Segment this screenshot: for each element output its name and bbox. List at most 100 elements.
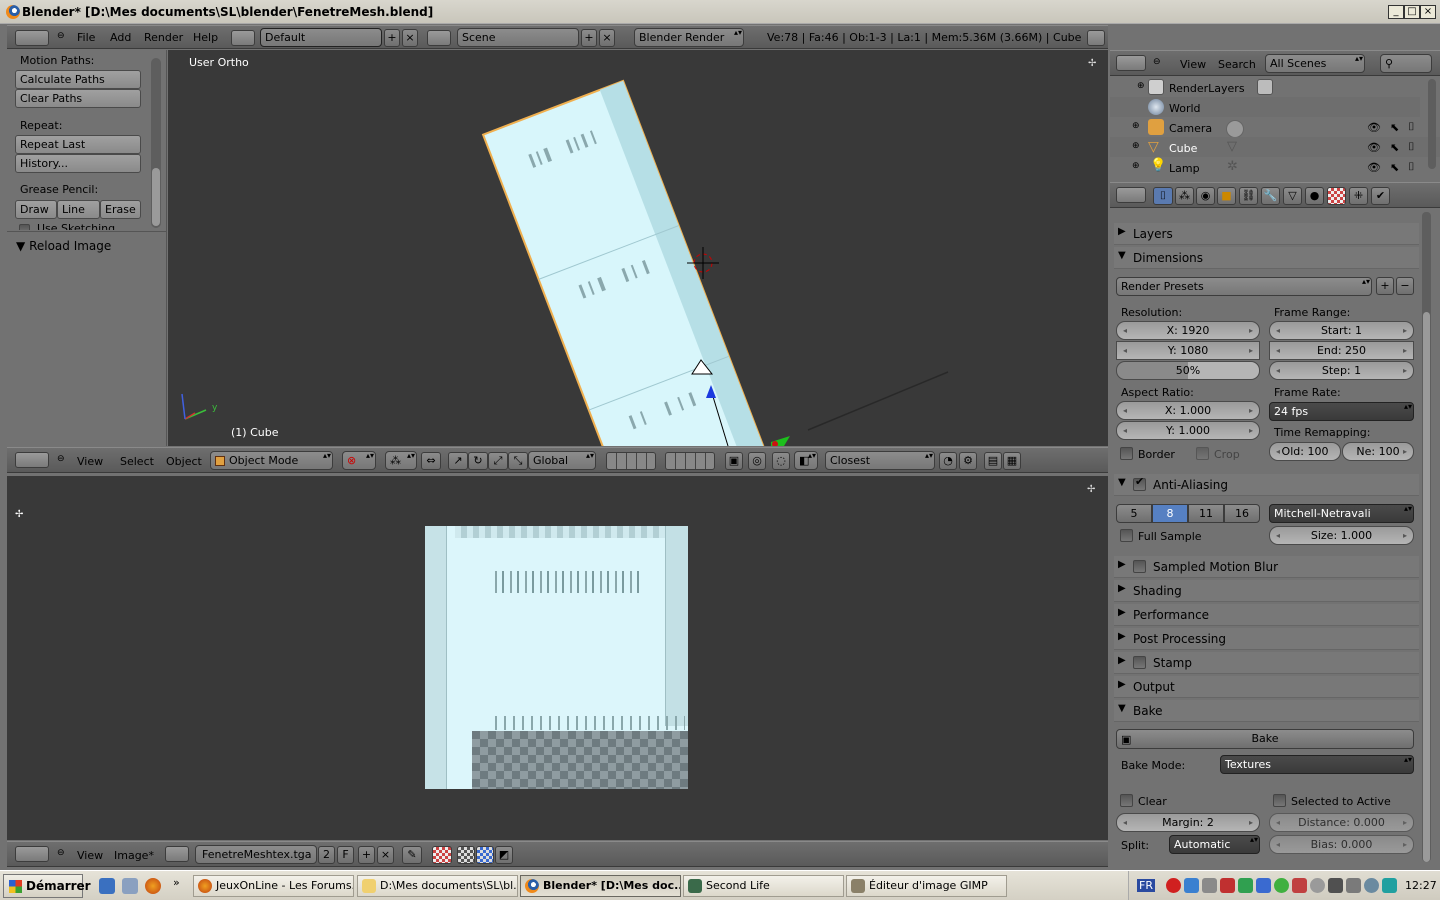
menu-select[interactable]: Select (120, 455, 154, 468)
fullscreen-icon[interactable] (1087, 30, 1105, 46)
quicklaunch-ie-icon[interactable] (99, 878, 115, 894)
panel-anti-aliasing[interactable]: ▼ ✔ Anti-Aliasing (1114, 474, 1419, 496)
reload-image-panel[interactable]: ▼ Reload Image (16, 239, 111, 253)
tray-app-icon[interactable] (1274, 878, 1289, 893)
layers-row-1[interactable] (606, 452, 656, 470)
world-context-icon[interactable]: ◉ (1196, 187, 1215, 205)
frame-start-field[interactable]: ◂ Start: 1 ▸ (1269, 321, 1414, 340)
time-new-field[interactable]: Ne: 100 ▸ (1342, 442, 1414, 461)
bake-button[interactable]: ▣ Bake (1116, 729, 1414, 749)
outliner-menu-search[interactable]: Search (1218, 58, 1256, 71)
constraints-context-icon[interactable]: ⛓ (1239, 187, 1258, 205)
bake-mode-select[interactable]: Textures (1220, 755, 1414, 774)
render-icon[interactable]: ⌷ (1408, 120, 1415, 134)
shading-select[interactable]: ⊗ (342, 451, 376, 470)
expand-icon[interactable]: ⊕ (1132, 161, 1140, 171)
calculate-paths-button[interactable]: Calculate Paths (15, 70, 141, 89)
menu-view[interactable]: View (77, 455, 103, 468)
clear-checkbox[interactable] (1120, 794, 1133, 807)
maximize-button[interactable]: □ (1404, 5, 1420, 19)
close-button[interactable]: × (1420, 5, 1436, 19)
mode-select[interactable]: Object Mode (210, 451, 333, 470)
cursor-select-icon[interactable]: ⬉ (1390, 161, 1399, 174)
quicklaunch-firefox-icon[interactable] (145, 878, 161, 894)
expand-icon[interactable]: ⊕ (1132, 141, 1140, 151)
pin-icon[interactable]: ✎ (402, 846, 422, 864)
quicklaunch-desktop-icon[interactable] (122, 878, 138, 894)
layout-select[interactable]: Default (260, 28, 382, 47)
image-editor-type-icon[interactable] (15, 846, 49, 862)
aa-samples-16[interactable]: 16 (1224, 504, 1260, 523)
language-indicator[interactable]: FR (1137, 879, 1155, 892)
snap-project-icon[interactable]: ⚙ (959, 452, 977, 470)
snap-element-icon[interactable]: ◧ (794, 451, 818, 470)
grease-line-button[interactable]: Line (57, 200, 100, 219)
resolution-y-field[interactable]: ◂ Y: 1080 ▸ (1116, 341, 1260, 360)
lock-layers-icon[interactable]: ▣ (725, 452, 743, 470)
cursor-select-icon[interactable]: ⬉ (1390, 121, 1399, 134)
eye-icon[interactable]: 👁 (1367, 121, 1381, 134)
outliner-row[interactable]: ⊕ ▽ Cube ▽ 👁 ⬉ ⌷ (1110, 137, 1440, 157)
scene-add-button[interactable]: + (581, 29, 597, 47)
snap-align-icon[interactable]: ◔ (939, 452, 957, 470)
material-context-icon[interactable]: ● (1305, 187, 1324, 205)
taskbar-item[interactable]: Second Life (683, 875, 844, 897)
layout-remove-button[interactable]: × (402, 29, 418, 47)
aa-samples-5[interactable]: 5 (1116, 504, 1152, 523)
modifiers-context-icon[interactable]: 🔧 (1261, 187, 1280, 205)
properties-scrollbar[interactable] (1422, 212, 1431, 862)
panel-layers[interactable]: ▶ Layers (1114, 223, 1419, 245)
display-alpha-icon[interactable] (476, 846, 494, 864)
layout-icon[interactable] (231, 30, 255, 46)
render-engine-select[interactable]: Blender Render (634, 28, 744, 47)
outliner-search-field[interactable]: ⚲ (1380, 54, 1432, 73)
pivot-select[interactable]: ⁂ (385, 451, 417, 470)
outliner-row[interactable]: ⊕ 💡 Lamp ✲ 👁 ⬉ ⌷ (1110, 157, 1440, 177)
outliner-type-icon[interactable] (1116, 55, 1146, 71)
grease-erase-button[interactable]: Erase (100, 200, 141, 219)
tray-antivirus-icon[interactable] (1166, 878, 1181, 893)
history-button[interactable]: History... (15, 154, 141, 173)
volume-icon[interactable] (1346, 878, 1361, 893)
tray-network-icon[interactable] (1184, 878, 1199, 893)
start-button[interactable]: Démarrer (3, 874, 91, 898)
image-fake-user-button[interactable]: F (337, 846, 354, 864)
panel-dimensions[interactable]: ▼ Dimensions (1114, 247, 1419, 269)
collapse-menu-icon[interactable]: ⊖ (57, 31, 65, 41)
outliner-row[interactable]: ⊕ RenderLayers (1110, 77, 1420, 97)
tray-app-icon[interactable] (1256, 878, 1271, 893)
use-sketching-checkbox[interactable] (19, 224, 30, 230)
opengl-anim-icon[interactable]: ▦ (1003, 452, 1021, 470)
opengl-render-icon[interactable]: ▤ (984, 452, 1002, 470)
orientation-select[interactable]: Global (528, 451, 596, 470)
frame-rate-select[interactable]: 24 fps (1269, 402, 1414, 421)
taskbar-item-active[interactable]: Blender* [D:\Mes doc... (520, 875, 681, 897)
display-zbuffer-icon[interactable]: ◩ (495, 846, 513, 864)
image-new-button[interactable]: + (358, 846, 375, 864)
image-editor-corner-icon[interactable]: ✢ (1087, 484, 1095, 495)
render-preview-icon[interactable]: ◎ (748, 452, 766, 470)
object-context-icon[interactable]: ■ (1217, 187, 1236, 205)
render-icon[interactable]: ⌷ (1408, 160, 1415, 174)
taskbar-item[interactable]: D:\Mes documents\SL\bl... (357, 875, 518, 897)
collapse-menu-icon[interactable]: ⊖ (1153, 57, 1161, 67)
expand-icon[interactable]: ⊕ (1137, 81, 1145, 91)
menu-file[interactable]: File (77, 31, 95, 44)
panel-shading[interactable]: ▶ Shading (1114, 580, 1419, 602)
layout-add-button[interactable]: + (384, 29, 400, 47)
menu-image[interactable]: Image* (114, 849, 154, 862)
bake-margin-field[interactable]: ◂ Margin: 2 ▸ (1116, 813, 1260, 832)
panel-sampled-motion-blur[interactable]: ▶ Sampled Motion Blur (1114, 556, 1419, 578)
snap-target-select[interactable]: Closest (825, 451, 935, 470)
tray-app-icon[interactable] (1220, 878, 1235, 893)
collapse-menu-icon[interactable]: ⊖ (57, 454, 65, 464)
physics-context-icon[interactable]: ✔ (1371, 187, 1390, 205)
rotate-manip-icon[interactable]: ↻ (468, 452, 488, 470)
data-context-icon[interactable]: ▽ (1283, 187, 1302, 205)
preset-remove-button[interactable]: − (1396, 277, 1414, 295)
clock[interactable]: 12:27 (1405, 879, 1437, 892)
image-paint-icon[interactable] (432, 846, 452, 864)
display-rgb-icon[interactable] (457, 846, 475, 864)
aa-samples-8[interactable]: 8 (1152, 504, 1188, 523)
panel-performance[interactable]: ▶ Performance (1114, 604, 1419, 626)
